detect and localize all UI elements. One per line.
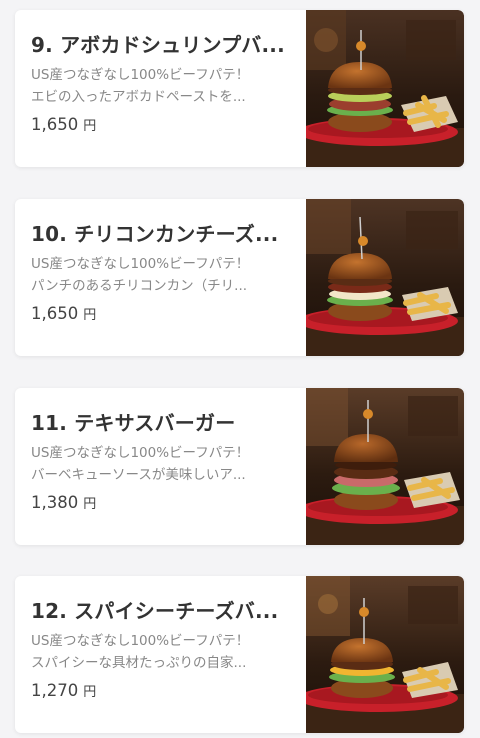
menu-item-description-line: US産つなぎなし100%ビーフパテ！ <box>31 445 250 461</box>
menu-item-price: 1,380 円 <box>31 493 96 512</box>
menu-item-description-line: US産つなぎなし100%ビーフパテ！ <box>31 256 250 272</box>
currency-label: 円 <box>83 685 97 700</box>
menu-item-title: 12. スパイシーチーズバ... <box>31 599 279 623</box>
menu-item-text: 11. テキサスバーガー US産つなぎなし100%ビーフパテ！ バーベキューソー… <box>15 388 306 545</box>
menu-item-photo[interactable] <box>306 199 464 356</box>
menu-item-description-line: エビの入ったアボカドペーストを... <box>31 89 246 105</box>
menu-list: 9. アボカドシュリンプバ... US産つなぎなし100%ビーフパテ！ エビの入… <box>0 0 480 738</box>
price-value: 1,380 <box>31 493 79 512</box>
menu-item-title: 11. テキサスバーガー <box>31 411 236 435</box>
menu-item-description-line: US産つなぎなし100%ビーフパテ！ <box>31 633 250 649</box>
menu-item-text: 10. チリコンカンチーズ... US産つなぎなし100%ビーフパテ！ パンチの… <box>15 199 306 356</box>
menu-item-description-line: バーベキューソースが美味しいア... <box>31 467 246 483</box>
currency-label: 円 <box>83 497 97 512</box>
menu-item-photo[interactable] <box>306 388 464 545</box>
menu-item-price: 1,650 円 <box>31 115 96 134</box>
menu-item-card[interactable]: 10. チリコンカンチーズ... US産つなぎなし100%ビーフパテ！ パンチの… <box>15 199 464 356</box>
menu-item-card[interactable]: 11. テキサスバーガー US産つなぎなし100%ビーフパテ！ バーベキューソー… <box>15 388 464 545</box>
currency-label: 円 <box>83 119 97 134</box>
menu-item-photo[interactable] <box>306 10 464 167</box>
price-value: 1,270 <box>31 681 79 700</box>
price-value: 1,650 <box>31 304 79 323</box>
menu-item-text: 9. アボカドシュリンプバ... US産つなぎなし100%ビーフパテ！ エビの入… <box>15 10 306 167</box>
menu-item-title: 9. アボカドシュリンプバ... <box>31 33 285 57</box>
menu-item-card[interactable]: 12. スパイシーチーズバ... US産つなぎなし100%ビーフパテ！ スパイシ… <box>15 576 464 733</box>
price-value: 1,650 <box>31 115 79 134</box>
menu-item-price: 1,270 円 <box>31 681 96 700</box>
burger-photo <box>306 388 464 545</box>
menu-item-description-line: US産つなぎなし100%ビーフパテ！ <box>31 67 250 83</box>
menu-item-title: 10. チリコンカンチーズ... <box>31 222 279 246</box>
menu-item-description-line: スパイシーな具材たっぷりの自家... <box>31 655 247 671</box>
menu-item-description-line: パンチのあるチリコンカン（チリ... <box>31 278 248 294</box>
burger-photo <box>306 199 464 356</box>
menu-item-card[interactable]: 9. アボカドシュリンプバ... US産つなぎなし100%ビーフパテ！ エビの入… <box>15 10 464 167</box>
burger-photo <box>306 576 464 733</box>
menu-item-photo[interactable] <box>306 576 464 733</box>
burger-photo <box>306 10 464 167</box>
currency-label: 円 <box>83 308 97 323</box>
menu-item-text: 12. スパイシーチーズバ... US産つなぎなし100%ビーフパテ！ スパイシ… <box>15 576 306 733</box>
menu-item-price: 1,650 円 <box>31 304 96 323</box>
